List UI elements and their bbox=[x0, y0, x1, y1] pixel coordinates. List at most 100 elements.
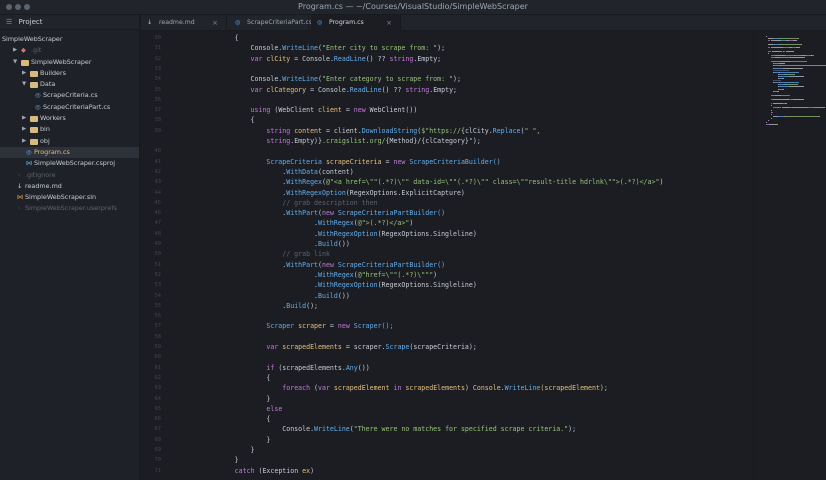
code-line[interactable]: Console.WriteLine("There were no matches… bbox=[187, 425, 576, 434]
csharp-file-icon: ◎ bbox=[317, 19, 323, 26]
tree-item[interactable]: SimpleWebScraper bbox=[0, 34, 139, 45]
code-line[interactable]: Console.WriteLine("Enter category to scr… bbox=[187, 75, 461, 84]
chevron-right-icon[interactable]: ▶ bbox=[22, 68, 26, 79]
code-line[interactable]: } bbox=[187, 446, 255, 455]
tree-item[interactable]: ▼ SimpleWebScraper bbox=[0, 57, 139, 68]
code-line[interactable]: catch (Exception ex) bbox=[187, 467, 314, 476]
code-token: new bbox=[322, 260, 334, 269]
chevron-right-icon[interactable]: ▶ bbox=[13, 45, 17, 56]
code-token: . bbox=[187, 209, 287, 218]
code-line[interactable]: .Build(); bbox=[187, 302, 318, 311]
code-line[interactable]: } bbox=[187, 395, 270, 404]
project-panel-title: Project bbox=[18, 18, 43, 26]
tree-item[interactable]: ⋈ SimpleWebScraper.csproj bbox=[0, 158, 139, 169]
tree-item[interactable]: ▼ Data bbox=[0, 79, 139, 90]
tree-item-label: Program.cs bbox=[34, 147, 70, 156]
tab-readme-md[interactable]: ↓ readme.md × bbox=[141, 15, 227, 31]
chevron-right-icon[interactable]: ▶ bbox=[22, 113, 26, 124]
code-line[interactable]: .WithRegexOption(RegexOptions.Singleline… bbox=[187, 230, 477, 239]
code-line[interactable]: { bbox=[187, 374, 270, 383]
code-line[interactable]: .WithRegex(@">(.*?)</a>") bbox=[187, 219, 413, 228]
code-token: "There were no matches for specified scr… bbox=[353, 425, 569, 434]
code-token: @"<a href=\""(.*?)\"" data-id=\""(.*?)\"… bbox=[325, 178, 660, 187]
tree-item-label: Data bbox=[40, 80, 56, 89]
chevron-right-icon[interactable]: ▶ bbox=[22, 136, 26, 147]
code-token: var bbox=[250, 54, 263, 63]
tree-item[interactable]: ↓ readme.md bbox=[0, 181, 139, 192]
code-line[interactable]: // grab description then bbox=[187, 199, 377, 208]
code-token: ScrapeCriteriaPartBuilder() bbox=[333, 260, 446, 269]
code-line[interactable]: var clCategory = Console.ReadLine() ?? s… bbox=[187, 86, 457, 95]
code-editor[interactable]: 30 31 32 33 34 35 36 37 38 39 40 41 42 43 44 45 46 47 48 49… bbox=[141, 32, 753, 480]
code-line[interactable]: .WithRegex(@"<a href=\""(.*?)\"" data-id… bbox=[187, 178, 663, 187]
tree-item[interactable]: ◎ Program.cs bbox=[0, 146, 139, 159]
tab-program-cs[interactable]: ◎ Program.cs × bbox=[311, 15, 401, 31]
code-token: = Console. bbox=[310, 85, 350, 94]
tree-item[interactable]: ▶ ◆ .git bbox=[0, 45, 139, 56]
tree-item[interactable]: ▶ Builders bbox=[0, 68, 139, 79]
tree-item[interactable]: ◎ ScrapeCriteriaPart.cs bbox=[0, 102, 139, 113]
code-token: WithRegex bbox=[318, 270, 354, 279]
code-line[interactable]: .WithData(content) bbox=[187, 168, 353, 177]
code-token: WithPart bbox=[286, 209, 319, 218]
code-line[interactable]: { bbox=[187, 415, 270, 424]
code-line[interactable]: .WithPart(new ScrapeCriteriaPartBuilder(… bbox=[187, 261, 445, 270]
code-token: Scrape bbox=[385, 343, 410, 351]
tree-item[interactable]: ▶ Workers bbox=[0, 113, 139, 124]
code-token: = client. bbox=[325, 126, 362, 135]
chevron-right-icon[interactable]: ▶ bbox=[22, 124, 26, 135]
file-icon: ◦ bbox=[17, 204, 21, 213]
code-line[interactable]: .WithRegexOption(RegexOptions.ExplicitCa… bbox=[187, 189, 465, 198]
code-token: var bbox=[266, 343, 279, 351]
code-line[interactable]: string content = client.DownloadString($… bbox=[187, 127, 540, 136]
chevron-down-icon[interactable]: ▼ bbox=[13, 57, 17, 68]
chevron-down-icon[interactable]: ▼ bbox=[22, 79, 26, 90]
code-line[interactable]: // grab link bbox=[187, 250, 330, 259]
tree-item[interactable]: ◦ .gitignore bbox=[0, 170, 139, 181]
code-line[interactable]: Console.WriteLine("Enter city to scrape … bbox=[187, 44, 446, 53]
code-area[interactable]: { Console.WriteLine("Enter city to scrap… bbox=[187, 32, 753, 480]
code-line[interactable]: if (scrapedElements.Any()) bbox=[187, 364, 369, 373]
code-line[interactable]: } bbox=[187, 436, 270, 445]
tree-item[interactable]: ◎ ScrapeCriteria.cs bbox=[0, 90, 139, 101]
solution-file-icon: ⋈ bbox=[17, 193, 24, 202]
code-line[interactable]: foreach (var scrapedElement in scrapedEl… bbox=[187, 384, 608, 393]
project-panel-header[interactable]: ☰ Project bbox=[0, 15, 139, 30]
code-line[interactable]: Scraper scraper = new Scraper(); bbox=[187, 322, 393, 331]
line-number: 68 bbox=[154, 436, 162, 443]
code-line[interactable]: .WithRegex(@"href=\""(.*?)\""") bbox=[187, 271, 437, 280]
minimap[interactable] bbox=[753, 32, 826, 480]
code-line[interactable]: var scrapedElements = scraper.Scrape(scr… bbox=[187, 343, 476, 352]
code-line[interactable]: .Build()) bbox=[187, 292, 350, 301]
code-line[interactable]: .WithRegexOption(RegexOptions.Singleline… bbox=[187, 281, 477, 290]
code-line[interactable]: string.Empty)}.craigslist.org/{Method}/{… bbox=[187, 137, 480, 146]
code-line[interactable]: var clCity = Console.ReadLine() ?? strin… bbox=[187, 54, 442, 64]
code-token: WriteLine bbox=[282, 44, 319, 53]
code-line[interactable]: { bbox=[187, 34, 239, 43]
code-line[interactable]: else bbox=[187, 405, 282, 414]
minimap-line bbox=[773, 69, 789, 71]
code-token: (RegexOptions.Singleline) bbox=[377, 281, 477, 290]
tree-item[interactable]: ◦ SimpleWebScraper.userprefs bbox=[0, 203, 139, 214]
code-line[interactable]: ScrapeCriteria scrapeCriteria = new Scra… bbox=[187, 158, 500, 167]
code-token: . bbox=[187, 188, 287, 197]
minimap-line bbox=[780, 65, 826, 67]
close-tab-icon[interactable]: × bbox=[386, 15, 392, 31]
line-number: 36 bbox=[154, 96, 162, 103]
code-line[interactable]: { bbox=[187, 116, 255, 125]
code-token: ex bbox=[302, 466, 311, 475]
minimap-line bbox=[773, 107, 778, 109]
code-line[interactable]: using (WebClient client = new WebClient(… bbox=[187, 106, 418, 115]
line-number: 67 bbox=[154, 426, 162, 433]
code-line[interactable]: .Build()) bbox=[187, 240, 350, 249]
tree-item[interactable]: ⋈ SimpleWebScraper.sln bbox=[0, 192, 139, 203]
tab-scrapecriteriapart-cs[interactable]: ◎ScrapeCriteriaPart.cs× bbox=[229, 15, 312, 43]
line-number: 31 bbox=[154, 45, 162, 52]
code-line[interactable]: } bbox=[187, 456, 239, 465]
tree-item[interactable]: ▶ bin bbox=[0, 124, 139, 135]
tree-item[interactable]: ▶ obj bbox=[0, 136, 139, 147]
code-token: @">(.*?)</a>" bbox=[357, 219, 410, 228]
code-line[interactable]: .WithPart(new ScrapeCriteriaPartBuilder(… bbox=[187, 209, 445, 218]
line-number: 47 bbox=[154, 220, 162, 227]
close-tab-icon[interactable]: × bbox=[212, 15, 218, 31]
